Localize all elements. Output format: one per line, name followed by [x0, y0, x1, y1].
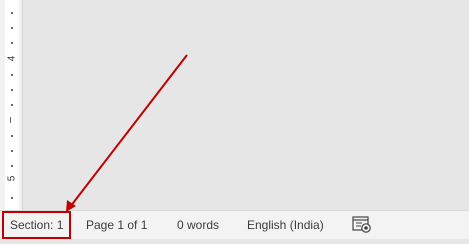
ruler-dot: [11, 197, 13, 199]
ruler-dot: [11, 42, 13, 44]
document-canvas[interactable]: [23, 0, 469, 210]
page-number-indicator[interactable]: Page 1 of 1: [86, 211, 147, 239]
ruler-dot: [11, 165, 13, 167]
word-count-indicator[interactable]: 0 words: [177, 211, 219, 239]
status-bar: Section: 1 Page 1 of 1 0 words English (…: [0, 210, 469, 239]
ruler-dot: [11, 150, 13, 152]
language-indicator[interactable]: English (India): [247, 211, 324, 239]
ruler-dot: [11, 27, 13, 29]
ruler-dot: [11, 89, 13, 91]
ruler-number-4: 4: [6, 55, 18, 62]
ruler-dot: [11, 12, 13, 14]
ruler-tick: [10, 117, 11, 123]
ruler-dot: [11, 74, 13, 76]
ruler-dot: [11, 104, 13, 106]
vertical-ruler: 4 5: [0, 0, 23, 210]
section-indicator[interactable]: Section: 1: [2, 211, 72, 239]
ruler-dot: [11, 135, 13, 137]
ruler-number-5: 5: [6, 175, 18, 182]
focus-mode-icon[interactable]: [352, 216, 372, 234]
